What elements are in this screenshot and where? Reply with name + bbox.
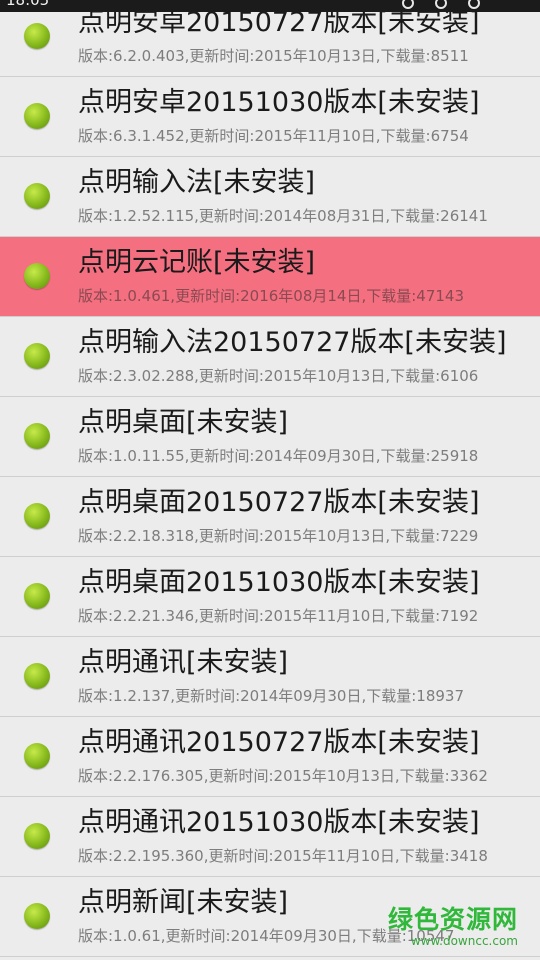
watermark-url: www.downcc.com — [410, 934, 518, 948]
app-title: 点明通讯[未安装] — [78, 647, 289, 678]
app-list-item[interactable]: 点明通讯20150727版本[未安装] 版本:2.2.176.305,更新时间:… — [0, 717, 540, 797]
app-title: 点明桌面[未安装] — [78, 407, 289, 438]
status-dot-icon — [24, 23, 50, 49]
app-title: 点明输入法20150727版本[未安装] — [78, 327, 507, 358]
app-title: 点明桌面20151030版本[未安装] — [78, 567, 480, 598]
clock-icon — [434, 0, 447, 9]
app-meta: 版本:6.3.1.452,更新时间:2015年11月10日,下载量:6754 — [78, 127, 469, 145]
status-time: 18:05 — [6, 0, 50, 9]
app-meta: 版本:6.2.0.403,更新时间:2015年10月13日,下载量:8511 — [78, 47, 469, 65]
wifi-icon — [468, 0, 480, 9]
status-dot-icon — [24, 503, 50, 529]
app-list-item-selected[interactable]: 点明云记账[未安装] 版本:1.0.461,更新时间:2016年08月14日,下… — [0, 237, 540, 317]
app-title: 点明安卓20151030版本[未安装] — [78, 87, 480, 118]
status-dot-icon — [24, 343, 50, 369]
status-dot-icon — [24, 583, 50, 609]
app-title: 点明输入法[未安装] — [78, 167, 316, 198]
alarm-icon — [401, 0, 414, 9]
app-list-item[interactable]: 点明输入法[未安装] 版本:1.2.52.115,更新时间:2014年08月31… — [0, 157, 540, 237]
status-dot-icon — [24, 663, 50, 689]
app-meta: 版本:2.2.195.360,更新时间:2015年11月10日,下载量:3418 — [78, 847, 488, 865]
app-meta: 版本:2.2.18.318,更新时间:2015年10月13日,下载量:7229 — [78, 527, 479, 545]
app-meta: 版本:1.2.52.115,更新时间:2014年08月31日,下载量:26141 — [78, 207, 488, 225]
status-dot-icon — [24, 263, 50, 289]
status-bar: 18:05 — [0, 0, 540, 12]
app-meta: 版本:2.2.176.305,更新时间:2015年10月13日,下载量:3362 — [78, 767, 488, 785]
app-title: 点明云记账[未安装] — [78, 247, 316, 278]
app-list-item[interactable]: 点明通讯20151030版本[未安装] 版本:2.2.195.360,更新时间:… — [0, 797, 540, 877]
watermark-text: 绿色资源网 — [387, 905, 518, 934]
status-dot-icon — [24, 423, 50, 449]
app-list-item[interactable]: 点明安卓20151030版本[未安装] 版本:6.3.1.452,更新时间:20… — [0, 77, 540, 157]
app-title: 点明通讯20151030版本[未安装] — [78, 807, 480, 838]
status-dot-icon — [24, 183, 50, 209]
status-dot-icon — [24, 743, 50, 769]
app-meta: 版本:1.2.137,更新时间:2014年09月30日,下载量:18937 — [78, 687, 465, 705]
status-dot-icon — [24, 903, 50, 929]
app-list-item[interactable]: 点明输入法20150727版本[未安装] 版本:2.3.02.288,更新时间:… — [0, 317, 540, 397]
app-list-item[interactable]: 点明通讯[未安装] 版本:1.2.137,更新时间:2014年09月30日,下载… — [0, 637, 540, 717]
app-list-item[interactable]: 点明桌面20150727版本[未安装] 版本:2.2.18.318,更新时间:2… — [0, 477, 540, 557]
status-icons — [386, 0, 480, 9]
watermark-logo: 绿色资源网 www.downcc.com — [387, 905, 518, 949]
status-dot-icon — [24, 103, 50, 129]
status-dot-icon — [24, 823, 50, 849]
app-meta: 版本:1.0.11.55,更新时间:2014年09月30日,下载量:25918 — [78, 447, 479, 465]
app-list-item[interactable]: 点明桌面[未安装] 版本:1.0.11.55,更新时间:2014年09月30日,… — [0, 397, 540, 477]
app-list: 点明安卓20150727版本[未安装] 版本:6.2.0.403,更新时间:20… — [0, 0, 540, 957]
app-meta: 版本:1.0.461,更新时间:2016年08月14日,下载量:47143 — [78, 287, 465, 305]
app-title: 点明桌面20150727版本[未安装] — [78, 487, 480, 518]
app-list-item[interactable]: 点明桌面20151030版本[未安装] 版本:2.2.21.346,更新时间:2… — [0, 557, 540, 637]
app-title: 点明通讯20150727版本[未安装] — [78, 727, 480, 758]
app-meta: 版本:2.2.21.346,更新时间:2015年11月10日,下载量:7192 — [78, 607, 479, 625]
app-meta: 版本:2.3.02.288,更新时间:2015年10月13日,下载量:6106 — [78, 367, 479, 385]
